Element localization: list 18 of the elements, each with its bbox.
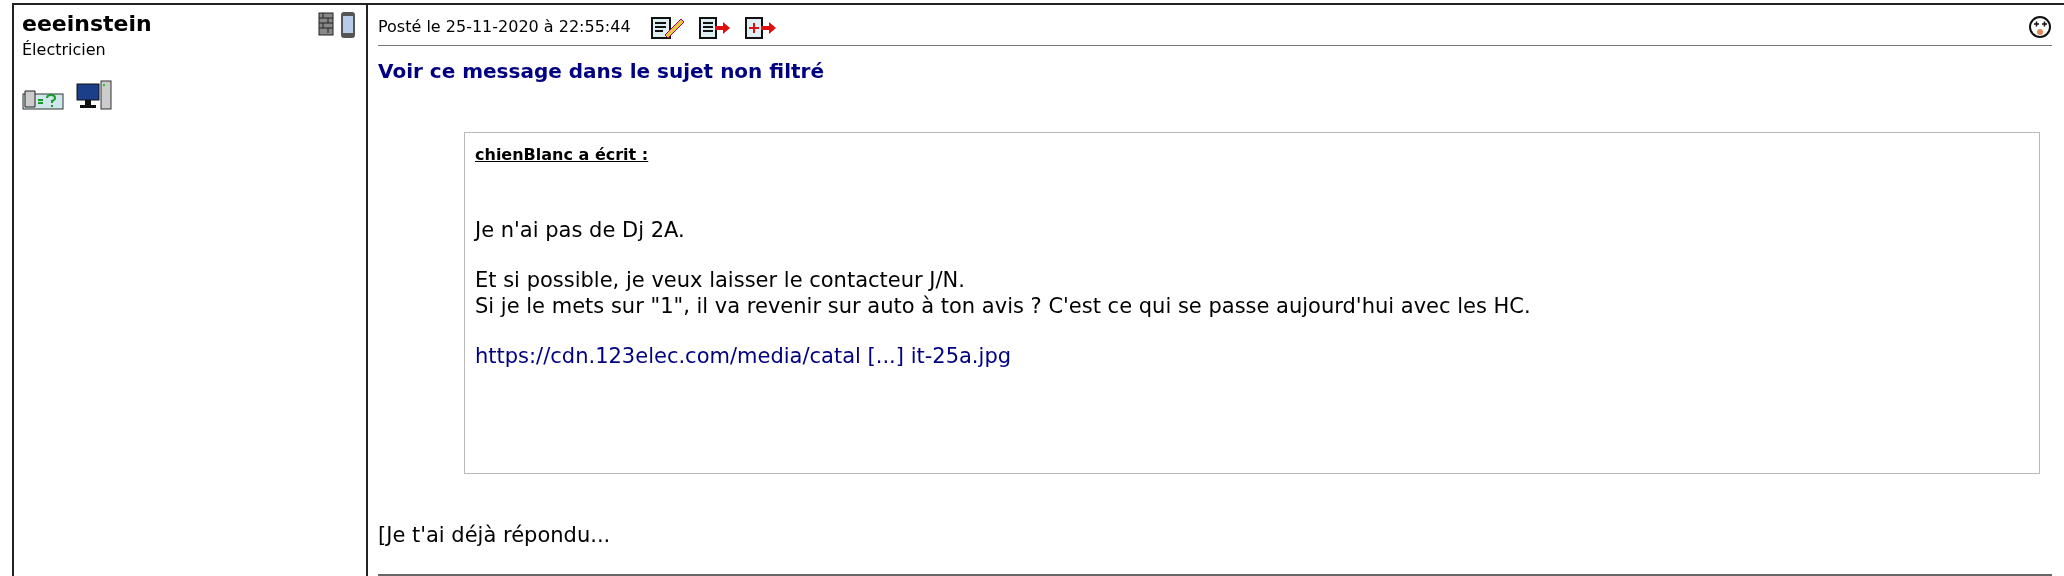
quote-author: chienBlanc a écrit : bbox=[475, 144, 650, 166]
smartphone-icon[interactable] bbox=[340, 11, 356, 39]
edit-document-icon[interactable] bbox=[650, 15, 685, 39]
post-date: Posté le 25-11-2020 à 22:55:44 bbox=[378, 16, 631, 38]
quote-text: Je n'ai pas de Dj 2A. bbox=[475, 217, 686, 243]
document-arrow-icon[interactable] bbox=[698, 15, 731, 39]
quote-text: Si je le mets sur "1", il va revenir sur auto à ton avis ? C'est ce qui se passe aujourd'hui avec les HC. bbox=[475, 293, 1532, 319]
quote-text: Et si possible, je veux laisser le contacteur J/N. bbox=[475, 267, 966, 293]
profile-card-icon[interactable] bbox=[22, 88, 64, 110]
username: eeeinstein bbox=[22, 11, 152, 36]
smiley-icon[interactable] bbox=[2028, 15, 2052, 39]
computer-icon[interactable] bbox=[76, 80, 112, 110]
wall-icon[interactable] bbox=[318, 11, 334, 37]
document-plus-arrow-icon[interactable] bbox=[744, 15, 777, 39]
user-role: Électricien bbox=[22, 40, 106, 59]
image-link[interactable]: https://cdn.123elec.com/media/catal [...] it-25a.jpg bbox=[475, 343, 2029, 369]
unfiltered-topic-link[interactable]: Voir ce message dans le sujet non filtré bbox=[378, 56, 2052, 86]
reply-text: [Je t'ai déjà répondu... bbox=[378, 522, 612, 549]
